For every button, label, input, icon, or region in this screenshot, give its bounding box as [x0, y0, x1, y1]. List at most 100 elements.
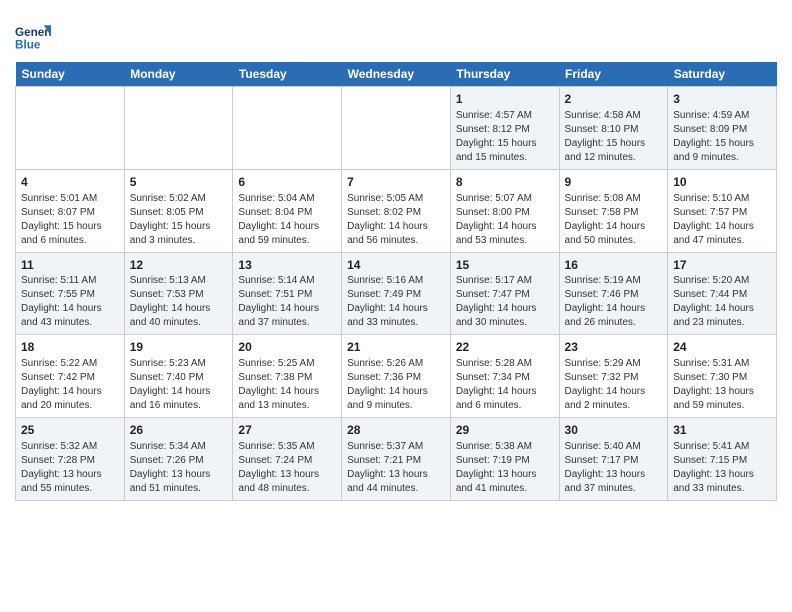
- calendar-cell: 11Sunrise: 5:11 AM Sunset: 7:55 PM Dayli…: [16, 252, 125, 335]
- day-info: Sunrise: 5:14 AM Sunset: 7:51 PM Dayligh…: [238, 274, 336, 330]
- day-number: 9: [565, 174, 663, 191]
- day-info: Sunrise: 5:20 AM Sunset: 7:44 PM Dayligh…: [673, 274, 771, 330]
- calendar-cell: 29Sunrise: 5:38 AM Sunset: 7:19 PM Dayli…: [450, 418, 559, 501]
- day-info: Sunrise: 5:35 AM Sunset: 7:24 PM Dayligh…: [238, 440, 336, 496]
- calendar-cell: 22Sunrise: 5:28 AM Sunset: 7:34 PM Dayli…: [450, 335, 559, 418]
- calendar-cell: 20Sunrise: 5:25 AM Sunset: 7:38 PM Dayli…: [233, 335, 342, 418]
- calendar-cell: [124, 87, 233, 170]
- day-info: Sunrise: 5:01 AM Sunset: 8:07 PM Dayligh…: [21, 192, 119, 248]
- calendar-cell: 21Sunrise: 5:26 AM Sunset: 7:36 PM Dayli…: [342, 335, 451, 418]
- day-info: Sunrise: 5:22 AM Sunset: 7:42 PM Dayligh…: [21, 357, 119, 413]
- calendar-cell: [233, 87, 342, 170]
- day-info: Sunrise: 5:10 AM Sunset: 7:57 PM Dayligh…: [673, 192, 771, 248]
- calendar-cell: 5Sunrise: 5:02 AM Sunset: 8:05 PM Daylig…: [124, 169, 233, 252]
- day-number: 8: [456, 174, 554, 191]
- day-number: 28: [347, 422, 445, 439]
- day-number: 10: [673, 174, 771, 191]
- day-number: 15: [456, 257, 554, 274]
- day-info: Sunrise: 5:41 AM Sunset: 7:15 PM Dayligh…: [673, 440, 771, 496]
- calendar-cell: 31Sunrise: 5:41 AM Sunset: 7:15 PM Dayli…: [668, 418, 777, 501]
- day-info: Sunrise: 5:08 AM Sunset: 7:58 PM Dayligh…: [565, 192, 663, 248]
- day-info: Sunrise: 5:25 AM Sunset: 7:38 PM Dayligh…: [238, 357, 336, 413]
- day-number: 21: [347, 339, 445, 356]
- day-info: Sunrise: 5:11 AM Sunset: 7:55 PM Dayligh…: [21, 274, 119, 330]
- day-number: 29: [456, 422, 554, 439]
- calendar-cell: 16Sunrise: 5:19 AM Sunset: 7:46 PM Dayli…: [559, 252, 668, 335]
- day-number: 4: [21, 174, 119, 191]
- week-row-3: 11Sunrise: 5:11 AM Sunset: 7:55 PM Dayli…: [16, 252, 777, 335]
- day-number: 11: [21, 257, 119, 274]
- calendar-cell: 3Sunrise: 4:59 AM Sunset: 8:09 PM Daylig…: [668, 87, 777, 170]
- day-info: Sunrise: 5:28 AM Sunset: 7:34 PM Dayligh…: [456, 357, 554, 413]
- day-number: 6: [238, 174, 336, 191]
- calendar-cell: 28Sunrise: 5:37 AM Sunset: 7:21 PM Dayli…: [342, 418, 451, 501]
- calendar-cell: [342, 87, 451, 170]
- day-number: 2: [565, 91, 663, 108]
- day-info: Sunrise: 5:02 AM Sunset: 8:05 PM Dayligh…: [130, 192, 228, 248]
- calendar-cell: 27Sunrise: 5:35 AM Sunset: 7:24 PM Dayli…: [233, 418, 342, 501]
- weekday-header-thursday: Thursday: [450, 62, 559, 87]
- calendar-cell: 6Sunrise: 5:04 AM Sunset: 8:04 PM Daylig…: [233, 169, 342, 252]
- day-number: 20: [238, 339, 336, 356]
- day-number: 22: [456, 339, 554, 356]
- calendar-cell: 19Sunrise: 5:23 AM Sunset: 7:40 PM Dayli…: [124, 335, 233, 418]
- day-number: 23: [565, 339, 663, 356]
- logo-icon: General Blue: [15, 18, 51, 54]
- calendar-cell: 14Sunrise: 5:16 AM Sunset: 7:49 PM Dayli…: [342, 252, 451, 335]
- day-number: 27: [238, 422, 336, 439]
- day-info: Sunrise: 4:57 AM Sunset: 8:12 PM Dayligh…: [456, 109, 554, 165]
- calendar-cell: 17Sunrise: 5:20 AM Sunset: 7:44 PM Dayli…: [668, 252, 777, 335]
- weekday-header-wednesday: Wednesday: [342, 62, 451, 87]
- day-number: 14: [347, 257, 445, 274]
- calendar-cell: 8Sunrise: 5:07 AM Sunset: 8:00 PM Daylig…: [450, 169, 559, 252]
- day-info: Sunrise: 5:38 AM Sunset: 7:19 PM Dayligh…: [456, 440, 554, 496]
- svg-text:General: General: [15, 26, 51, 39]
- calendar-cell: 7Sunrise: 5:05 AM Sunset: 8:02 PM Daylig…: [342, 169, 451, 252]
- day-info: Sunrise: 5:04 AM Sunset: 8:04 PM Dayligh…: [238, 192, 336, 248]
- page-header: General Blue: [15, 10, 777, 54]
- calendar-cell: 15Sunrise: 5:17 AM Sunset: 7:47 PM Dayli…: [450, 252, 559, 335]
- day-info: Sunrise: 5:13 AM Sunset: 7:53 PM Dayligh…: [130, 274, 228, 330]
- day-info: Sunrise: 5:34 AM Sunset: 7:26 PM Dayligh…: [130, 440, 228, 496]
- day-info: Sunrise: 4:58 AM Sunset: 8:10 PM Dayligh…: [565, 109, 663, 165]
- calendar-cell: 25Sunrise: 5:32 AM Sunset: 7:28 PM Dayli…: [16, 418, 125, 501]
- day-number: 26: [130, 422, 228, 439]
- week-row-5: 25Sunrise: 5:32 AM Sunset: 7:28 PM Dayli…: [16, 418, 777, 501]
- day-info: Sunrise: 5:19 AM Sunset: 7:46 PM Dayligh…: [565, 274, 663, 330]
- calendar-cell: 18Sunrise: 5:22 AM Sunset: 7:42 PM Dayli…: [16, 335, 125, 418]
- svg-text:Blue: Blue: [15, 39, 41, 52]
- weekday-header-saturday: Saturday: [668, 62, 777, 87]
- calendar-cell: 23Sunrise: 5:29 AM Sunset: 7:32 PM Dayli…: [559, 335, 668, 418]
- calendar-cell: 24Sunrise: 5:31 AM Sunset: 7:30 PM Dayli…: [668, 335, 777, 418]
- calendar-cell: 1Sunrise: 4:57 AM Sunset: 8:12 PM Daylig…: [450, 87, 559, 170]
- logo: General Blue: [15, 18, 55, 54]
- day-info: Sunrise: 5:23 AM Sunset: 7:40 PM Dayligh…: [130, 357, 228, 413]
- day-number: 1: [456, 91, 554, 108]
- weekday-header-tuesday: Tuesday: [233, 62, 342, 87]
- weekday-header-sunday: Sunday: [16, 62, 125, 87]
- day-number: 13: [238, 257, 336, 274]
- weekday-header-monday: Monday: [124, 62, 233, 87]
- day-number: 18: [21, 339, 119, 356]
- day-number: 17: [673, 257, 771, 274]
- day-number: 3: [673, 91, 771, 108]
- calendar-cell: 26Sunrise: 5:34 AM Sunset: 7:26 PM Dayli…: [124, 418, 233, 501]
- day-info: Sunrise: 5:26 AM Sunset: 7:36 PM Dayligh…: [347, 357, 445, 413]
- calendar-cell: 4Sunrise: 5:01 AM Sunset: 8:07 PM Daylig…: [16, 169, 125, 252]
- week-row-1: 1Sunrise: 4:57 AM Sunset: 8:12 PM Daylig…: [16, 87, 777, 170]
- calendar-cell: 13Sunrise: 5:14 AM Sunset: 7:51 PM Dayli…: [233, 252, 342, 335]
- calendar-cell: [16, 87, 125, 170]
- day-number: 25: [21, 422, 119, 439]
- day-info: Sunrise: 5:05 AM Sunset: 8:02 PM Dayligh…: [347, 192, 445, 248]
- day-number: 12: [130, 257, 228, 274]
- weekday-header-row: SundayMondayTuesdayWednesdayThursdayFrid…: [16, 62, 777, 87]
- day-info: Sunrise: 5:07 AM Sunset: 8:00 PM Dayligh…: [456, 192, 554, 248]
- day-info: Sunrise: 5:16 AM Sunset: 7:49 PM Dayligh…: [347, 274, 445, 330]
- day-number: 31: [673, 422, 771, 439]
- week-row-4: 18Sunrise: 5:22 AM Sunset: 7:42 PM Dayli…: [16, 335, 777, 418]
- calendar-cell: 30Sunrise: 5:40 AM Sunset: 7:17 PM Dayli…: [559, 418, 668, 501]
- day-info: Sunrise: 5:31 AM Sunset: 7:30 PM Dayligh…: [673, 357, 771, 413]
- weekday-header-friday: Friday: [559, 62, 668, 87]
- day-number: 24: [673, 339, 771, 356]
- day-number: 19: [130, 339, 228, 356]
